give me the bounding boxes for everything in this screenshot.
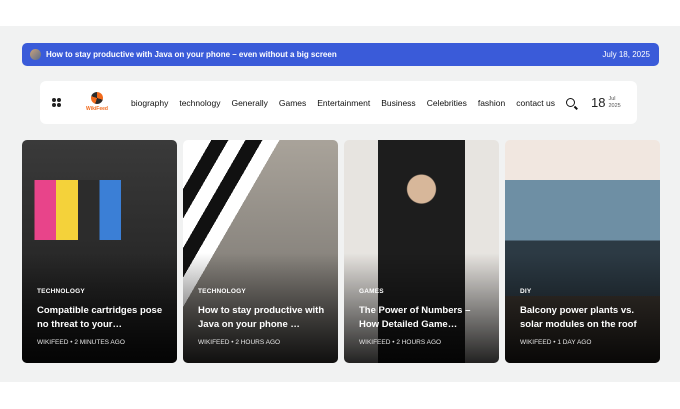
- article-card[interactable]: DIY Balcony power plants vs. solar modul…: [505, 140, 660, 363]
- date-month: Jul: [608, 95, 616, 102]
- card-title[interactable]: Balcony power plants vs. solar modules o…: [520, 304, 650, 332]
- card-meta: WIKIFEED • 1 DAY AGO: [520, 339, 592, 346]
- card-author: WIKIFEED: [520, 339, 552, 346]
- ticker-headline[interactable]: How to stay productive with Java on your…: [46, 50, 337, 59]
- nav-item-contact-us[interactable]: contact us: [516, 98, 555, 108]
- card-time: 2 MINUTES AGO: [74, 339, 125, 346]
- card-category[interactable]: DIY: [520, 288, 531, 295]
- search-icon[interactable]: [566, 98, 576, 107]
- nav-item-fashion[interactable]: fashion: [478, 98, 505, 108]
- card-author: WIKIFEED: [37, 339, 69, 346]
- site-logo[interactable]: WikiFeed: [83, 90, 111, 116]
- article-card[interactable]: TECHNOLOGY How to stay productive with J…: [183, 140, 338, 363]
- card-meta: WIKIFEED • 2 HOURS AGO: [198, 339, 281, 346]
- menu-grid-icon[interactable]: [52, 98, 61, 107]
- nav-item-biography[interactable]: biography: [131, 98, 168, 108]
- date-display: 18 Jul 2025: [591, 95, 621, 110]
- article-card[interactable]: TECHNOLOGY Compatible cartridges pose no…: [22, 140, 177, 363]
- card-title[interactable]: Compatible cartridges pose no threat to …: [37, 304, 167, 332]
- nav-item-games[interactable]: Games: [279, 98, 306, 108]
- logo-mark: [91, 91, 103, 104]
- nav-item-celebrities[interactable]: Celebrities: [427, 98, 467, 108]
- ticker-date: July 18, 2025: [602, 50, 650, 59]
- card-category[interactable]: TECHNOLOGY: [198, 288, 246, 295]
- nav-item-generally[interactable]: Generally: [231, 98, 267, 108]
- news-ticker[interactable]: How to stay productive with Java on your…: [22, 43, 659, 66]
- date-year: 2025: [608, 102, 621, 109]
- card-author: WIKIFEED: [359, 339, 391, 346]
- nav-item-technology[interactable]: technology: [179, 98, 220, 108]
- menu-items: biography technology Generally Games Ent…: [131, 98, 566, 108]
- ticker-thumbnail: [30, 49, 41, 60]
- card-title[interactable]: The Power of Numbers – How Detailed Game…: [359, 304, 489, 332]
- card-meta: WIKIFEED • 2 HOURS AGO: [359, 339, 442, 346]
- article-card[interactable]: GAMES The Power of Numbers – How Detaile…: [344, 140, 499, 363]
- card-meta: WIKIFEED • 2 MINUTES AGO: [37, 339, 125, 346]
- date-month-year: Jul 2025: [608, 96, 620, 110]
- card-category[interactable]: GAMES: [359, 288, 384, 295]
- card-time: 2 HOURS AGO: [235, 339, 281, 346]
- card-author: WIKIFEED: [198, 339, 230, 346]
- card-category[interactable]: TECHNOLOGY: [37, 288, 85, 295]
- card-time: 2 HOURS AGO: [396, 339, 442, 346]
- main-navigation: WikiFeed biography technology Generally …: [40, 81, 637, 124]
- nav-item-business[interactable]: Business: [381, 98, 416, 108]
- date-day: 18: [591, 95, 606, 110]
- logo-text: WikiFeed: [86, 105, 108, 112]
- nav-item-entertainment[interactable]: Entertainment: [317, 98, 370, 108]
- card-title[interactable]: How to stay productive with Java on your…: [198, 304, 328, 332]
- card-time: 1 DAY AGO: [557, 339, 592, 346]
